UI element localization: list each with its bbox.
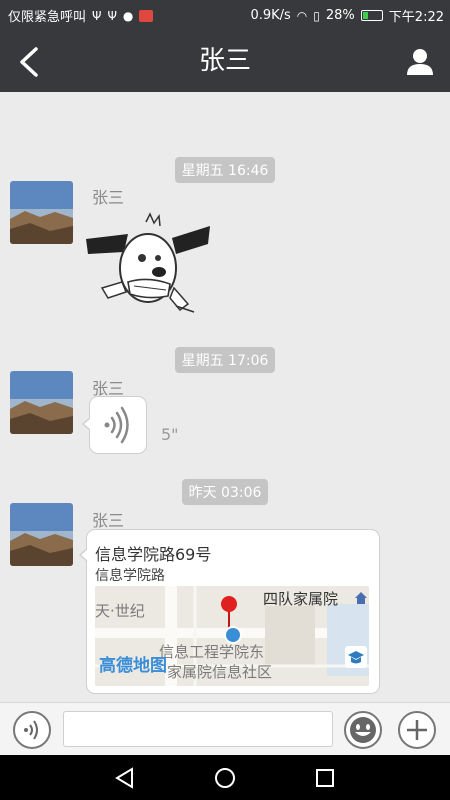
location-title: 信息学院路69号 bbox=[95, 545, 212, 564]
home-icon bbox=[355, 592, 367, 604]
nav-back-button[interactable] bbox=[110, 763, 140, 793]
page-title: 张三 bbox=[198, 46, 251, 76]
location-subtitle: 信息学院路 bbox=[95, 568, 165, 584]
carrier-text: 仅限紧急呼叫 bbox=[8, 10, 87, 25]
timestamp-text: 星期五 17:06 bbox=[174, 347, 276, 373]
sim-icon: ▯ bbox=[313, 8, 320, 23]
timestamp-text: 昨天 03:06 bbox=[181, 479, 269, 505]
status-left: 仅限紧急呼叫 Ψ Ψ ● bbox=[8, 6, 154, 25]
timestamp-chip: 昨天 03:06 bbox=[0, 479, 450, 505]
timestamp-chip: 星期五 17:06 bbox=[0, 347, 450, 373]
triangle-back-icon bbox=[115, 767, 133, 789]
more-button[interactable] bbox=[398, 711, 436, 749]
location-map[interactable]: 四队家属院 信息工程学院东 家属院信息社区 天·世纪 高德地图 bbox=[95, 586, 369, 686]
map-label: 信息工程学院东 bbox=[159, 643, 265, 661]
map-label: 家属院信息社区 bbox=[167, 663, 273, 681]
clock: 下午2:22 bbox=[388, 10, 444, 25]
emoji-icon bbox=[350, 717, 376, 743]
voice-message-bubble[interactable] bbox=[82, 396, 147, 454]
status-bar: 仅限紧急呼叫 Ψ Ψ ● 0.9K/s ◠ ▯ 28% 下午2:22 bbox=[0, 0, 450, 31]
timestamp-text: 星期五 16:46 bbox=[174, 157, 276, 183]
avatar[interactable] bbox=[10, 371, 73, 434]
battery-icon bbox=[360, 10, 383, 21]
input-bar bbox=[0, 702, 450, 755]
battery-fill bbox=[362, 12, 368, 19]
circle-home-icon bbox=[215, 768, 235, 788]
voice-wave-icon bbox=[104, 406, 129, 444]
map-label: 四队家属院 bbox=[263, 590, 339, 608]
sticker-image[interactable] bbox=[84, 212, 214, 318]
square-recents-icon bbox=[316, 769, 334, 787]
profile-button[interactable] bbox=[402, 45, 438, 79]
voice-duration: 5" bbox=[161, 425, 179, 444]
user-icon bbox=[407, 49, 433, 75]
avatar-photo bbox=[10, 371, 73, 434]
battery-percent: 28% bbox=[325, 8, 355, 23]
nav-home-button[interactable] bbox=[210, 763, 240, 793]
avatar[interactable] bbox=[10, 181, 73, 244]
plus-icon bbox=[407, 720, 427, 740]
avatar[interactable] bbox=[10, 503, 73, 566]
map-pin-icon bbox=[221, 596, 242, 644]
title-bar: 张三 bbox=[0, 31, 450, 92]
nav-recents-button[interactable] bbox=[310, 763, 340, 793]
avatar-photo bbox=[10, 181, 73, 244]
sender-name: 张三 bbox=[92, 188, 125, 207]
sender-name: 张三 bbox=[92, 511, 125, 530]
voice-input-button[interactable] bbox=[13, 711, 51, 749]
usb-debug-icon: Ψ bbox=[107, 8, 117, 23]
avatar-photo bbox=[10, 503, 73, 566]
message-input[interactable] bbox=[63, 711, 333, 747]
wifi-icon: ◠ bbox=[296, 8, 308, 23]
navigation-bar bbox=[0, 755, 450, 800]
timestamp-chip: 星期五 16:46 bbox=[0, 157, 450, 183]
app-notification-icon bbox=[139, 9, 154, 22]
wechat-icon: ● bbox=[122, 8, 134, 23]
school-icon bbox=[345, 646, 367, 668]
voice-icon bbox=[24, 720, 38, 740]
map-provider-logo: 高德地图 bbox=[99, 656, 167, 676]
emoji-button[interactable] bbox=[344, 711, 382, 749]
location-card[interactable]: 信息学院路69号 信息学院路 四队家属院 信息工程学院东 家属院信息社区 天·世… bbox=[79, 529, 380, 694]
usb-icon: Ψ bbox=[92, 8, 102, 23]
status-right: 0.9K/s ◠ ▯ 28% 下午2:22 bbox=[250, 6, 444, 25]
net-speed: 0.9K/s bbox=[250, 8, 291, 23]
map-label: 天·世纪 bbox=[95, 602, 145, 620]
